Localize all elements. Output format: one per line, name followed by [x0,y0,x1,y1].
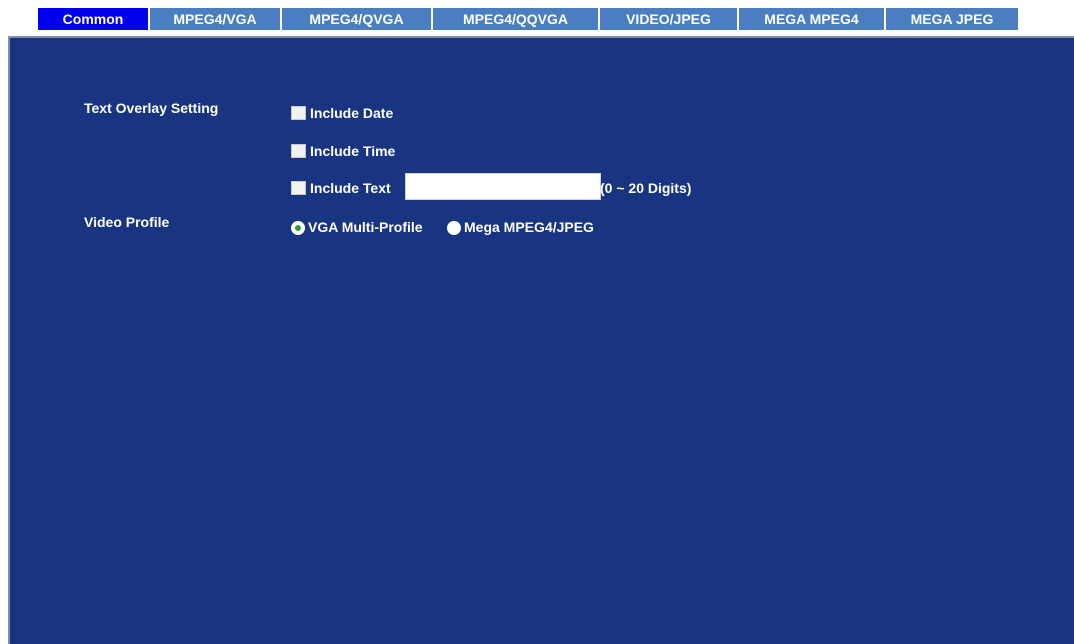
vga-multi-profile-label: VGA Multi-Profile [308,219,423,235]
tab-mpeg4-qvga[interactable]: MPEG4/QVGA [282,8,431,30]
include-text-checkbox[interactable] [291,181,306,195]
include-text-label: Include Text [310,180,391,196]
overlay-text-input[interactable] [405,173,601,200]
radio-selected-dot [295,225,301,231]
mega-mpeg4-jpeg-radio[interactable] [447,221,461,235]
tab-mega-mpeg4[interactable]: MEGA MPEG4 [739,8,884,30]
text-overlay-label: Text Overlay Setting [84,100,219,116]
include-date-checkbox[interactable] [291,106,306,120]
tab-mpeg4-vga[interactable]: MPEG4/VGA [150,8,280,30]
tab-video-jpeg[interactable]: VIDEO/JPEG [600,8,737,30]
tab-mega-jpeg[interactable]: MEGA JPEG [886,8,1018,30]
include-time-label: Include Time [310,143,396,159]
tab-common[interactable]: Common [38,8,148,30]
video-profile-label: Video Profile [84,214,170,230]
settings-panel: Text Overlay Setting Include Date Includ… [8,36,1074,644]
include-time-checkbox[interactable] [291,144,306,158]
overlay-text-hint: (0 ~ 20 Digits) [600,180,692,196]
mega-mpeg4-jpeg-label: Mega MPEG4/JPEG [464,219,594,235]
tab-bar: Common MPEG4/VGA MPEG4/QVGA MPEG4/QQVGA … [0,0,1074,36]
vga-multi-profile-radio[interactable] [291,221,305,235]
tab-mpeg4-qqvga[interactable]: MPEG4/QQVGA [433,8,598,30]
include-date-label: Include Date [310,105,394,121]
